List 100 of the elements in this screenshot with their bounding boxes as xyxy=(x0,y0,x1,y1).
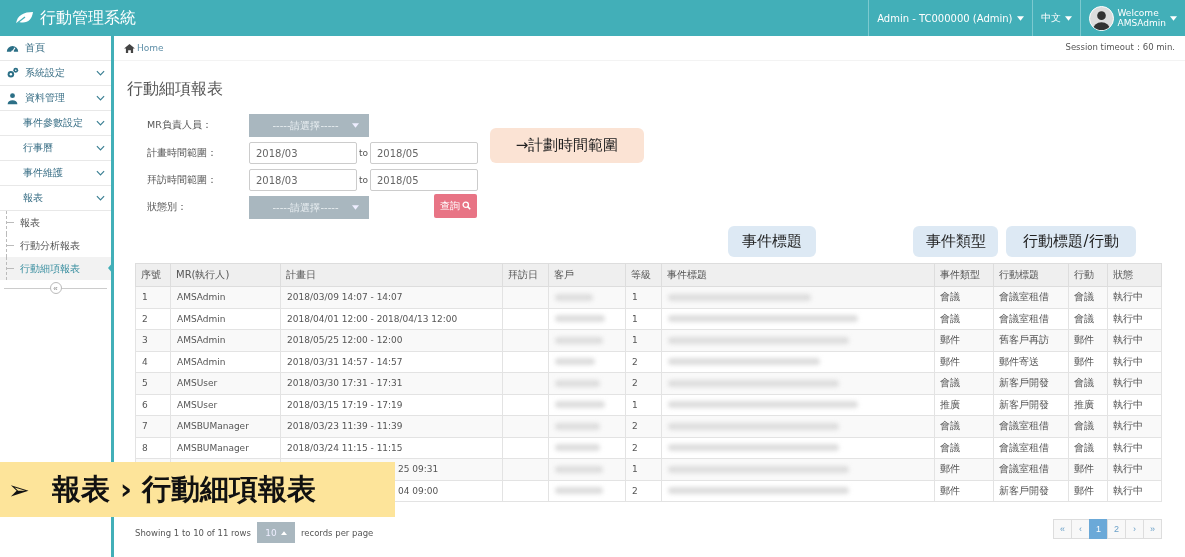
chevron-icon xyxy=(96,120,105,126)
app-title: 行動管理系統 xyxy=(40,7,136,29)
chevron-icon xyxy=(96,170,105,176)
caret-icon xyxy=(1016,15,1024,21)
table-cell: 執行中 xyxy=(1113,420,1143,432)
sidebar-item[interactable]: 系統設定 xyxy=(0,61,111,86)
table-cell: 執行中 xyxy=(1113,291,1143,303)
table-cell: 會議 xyxy=(1074,420,1094,432)
caret-icon xyxy=(352,123,359,128)
table-cell: 會議室租借 xyxy=(999,291,1049,303)
sidebar-item[interactable]: 資料管理 xyxy=(0,86,111,111)
sidebar-item[interactable]: 行事曆 xyxy=(0,136,111,161)
blurred-text xyxy=(555,358,595,366)
column-header[interactable]: 序號 xyxy=(135,263,171,287)
table-cell: 2 xyxy=(632,421,638,432)
date-field[interactable]: 2018/03 xyxy=(249,142,357,164)
breadcrumb-link[interactable]: Home xyxy=(124,43,164,53)
table-cell: 執行中 xyxy=(1113,355,1143,367)
user-name: AMSAdmin xyxy=(1117,18,1166,28)
table-cell: 會議 xyxy=(940,420,960,432)
table-cell: 新客戶開發 xyxy=(999,377,1049,389)
field-label: 計畫時間範圍： xyxy=(147,146,218,160)
caret-icon xyxy=(280,530,287,535)
table-cell: 5 xyxy=(142,378,148,389)
sidebar-item[interactable]: 報表 xyxy=(0,186,111,211)
table-cell: 6 xyxy=(142,399,148,410)
column-header[interactable]: 客戶 xyxy=(548,263,626,287)
table-cell: 執行中 xyxy=(1113,398,1143,410)
sidebar-item[interactable]: 行動細項報表 xyxy=(0,257,111,280)
table-cell: 郵件 xyxy=(1074,484,1094,496)
table-cell: 2018/03/09 14:07 - 14:07 xyxy=(287,292,403,303)
table-cell: AMSAdmin xyxy=(177,335,226,346)
date-field[interactable]: 2018/05 xyxy=(370,169,478,191)
table-cell: 郵件 xyxy=(1074,463,1094,475)
annotation-label: 事件類型 xyxy=(913,226,998,257)
bullet-marker: ➢ xyxy=(8,474,30,505)
blurred-text xyxy=(555,465,603,473)
annotation-label: 行動標題/行動 xyxy=(1006,226,1136,257)
date-field[interactable]: 2018/05 xyxy=(370,142,478,164)
page-title: 行動細項報表 xyxy=(127,79,224,100)
table-cell: 2018/03/24 11:15 - 11:15 xyxy=(287,442,403,453)
table-cell: 1 xyxy=(632,313,638,324)
column-header[interactable]: 拜訪日 xyxy=(502,263,549,287)
table-cell: 舊客戶再訪 xyxy=(999,334,1049,346)
table-cell: 執行中 xyxy=(1113,312,1143,324)
sidebar-item[interactable]: 行動分析報表 xyxy=(0,234,111,257)
table-cell: 2018/03/31 14:57 - 14:57 xyxy=(287,356,403,367)
table-cell: 會議 xyxy=(1074,291,1094,303)
sidebar-item[interactable]: 事件維護 xyxy=(0,161,111,186)
column-header[interactable]: 事件類型 xyxy=(934,263,994,287)
per-page-label: records per page xyxy=(300,527,374,538)
blurred-text xyxy=(555,487,603,495)
field-label: 拜訪時間範圍： xyxy=(147,173,218,187)
column-header[interactable]: 等級 xyxy=(625,263,662,287)
table-cell: 會議 xyxy=(1074,377,1094,389)
table-cell: 1 xyxy=(632,292,638,303)
table-cell: AMSAdmin xyxy=(177,313,226,324)
table-cell: 執行中 xyxy=(1113,463,1143,475)
users-icon xyxy=(6,91,19,105)
pointer-icon xyxy=(108,261,114,275)
table-cell: 3 xyxy=(142,335,148,346)
table-cell: 會議 xyxy=(940,312,960,324)
table-cell: AMSBUManager xyxy=(177,442,249,453)
caret-icon xyxy=(352,205,359,210)
table-cell: 會議 xyxy=(1074,441,1094,453)
avatar-icon xyxy=(1088,5,1114,31)
table-cell: 04 09:00 xyxy=(398,485,439,496)
sidebar-item[interactable]: 事件參數設定 xyxy=(0,111,111,136)
table-cell: 新客戶開發 xyxy=(999,484,1049,496)
table-cell: 8 xyxy=(142,442,148,453)
sidebar-item[interactable]: 首頁 xyxy=(0,36,111,61)
column-header[interactable]: MR(執行人) xyxy=(170,263,281,287)
table-cell: AMSBUManager xyxy=(177,421,249,432)
chevron-icon xyxy=(96,95,105,101)
table-cell: 會議 xyxy=(940,377,960,389)
table-cell: 會議 xyxy=(940,291,960,303)
table-cell: 執行中 xyxy=(1113,377,1143,389)
home-icon xyxy=(124,43,135,53)
date-field[interactable]: 2018/03 xyxy=(249,169,357,191)
table-cell: 2018/03/23 11:39 - 11:39 xyxy=(287,421,403,432)
table-cell: 2018/04/01 12:00 - 2018/04/13 12:00 xyxy=(287,313,458,324)
column-header[interactable]: 行動標題 xyxy=(993,263,1069,287)
sidebar-item[interactable]: 報表 xyxy=(0,211,111,234)
blurred-text xyxy=(555,336,603,344)
chevron-icon xyxy=(96,145,105,151)
table-cell: 1 xyxy=(142,292,148,303)
column-header[interactable]: 事件標題 xyxy=(661,263,935,287)
table-cell: 會議室租借 xyxy=(999,463,1049,475)
table-cell: 1 xyxy=(632,464,638,475)
range-separator: to xyxy=(357,175,369,185)
collapse-button[interactable]: « xyxy=(49,282,62,294)
column-header[interactable]: 狀態 xyxy=(1107,263,1162,287)
table-cell: 1 xyxy=(632,335,638,346)
column-header[interactable]: 行動 xyxy=(1068,263,1108,287)
column-header[interactable]: 計畫日 xyxy=(280,263,503,287)
gears-icon xyxy=(6,66,19,80)
table-cell: 1 xyxy=(632,399,638,410)
blurred-text xyxy=(555,379,600,387)
table-cell: 郵件 xyxy=(940,334,960,346)
table-cell: 會議室租借 xyxy=(999,441,1049,453)
